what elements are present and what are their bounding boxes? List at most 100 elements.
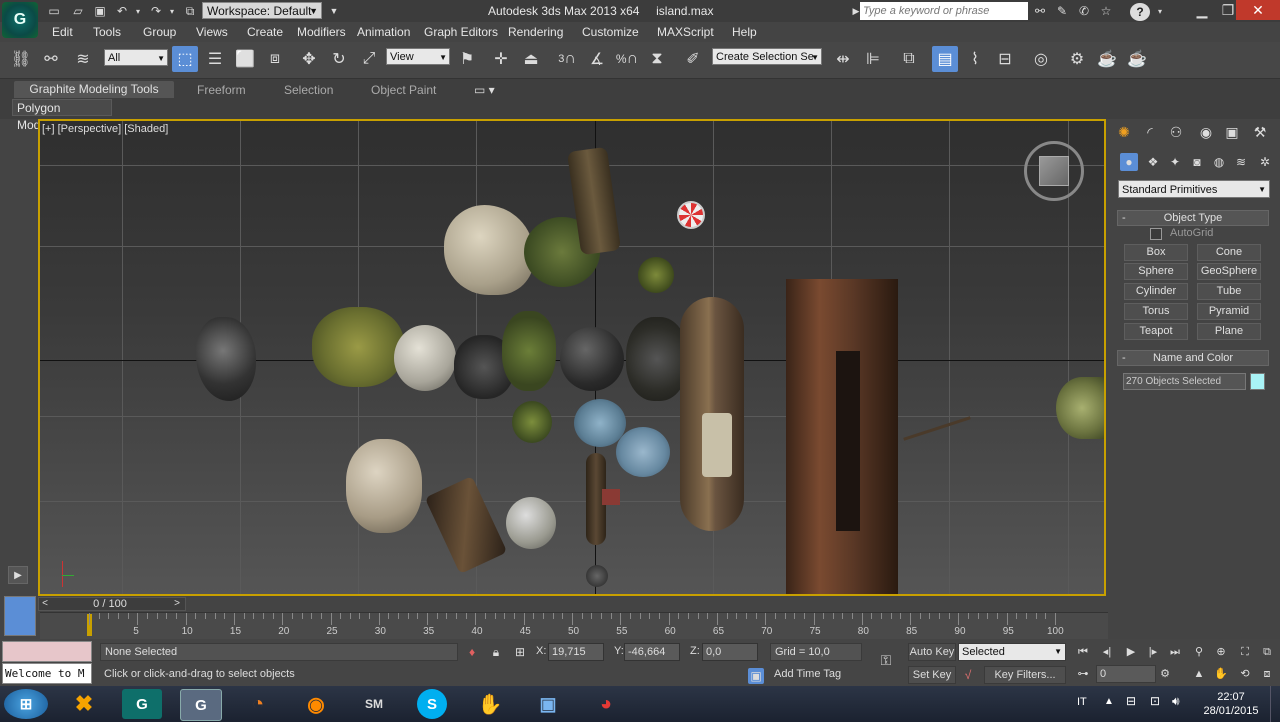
binoculars-icon[interactable]: ⚯ xyxy=(1032,3,1048,19)
reference-coordinate-dropdown[interactable]: View ▼ xyxy=(386,48,450,65)
xampp-icon[interactable]: ✖ xyxy=(64,689,104,719)
motion-tab-icon[interactable]: ◉ xyxy=(1196,122,1216,142)
viewcube[interactable] xyxy=(1039,156,1069,186)
broken-boat[interactable] xyxy=(424,475,508,575)
bush-right-edge[interactable] xyxy=(1056,377,1104,439)
photo-viewer-icon[interactable]: ▣ xyxy=(528,689,568,719)
snaps-toggle-icon[interactable]: 3 ∩ xyxy=(554,46,580,72)
help-dropdown-icon[interactable]: ▾ xyxy=(1152,3,1168,19)
dark-sphere-rock[interactable] xyxy=(560,327,624,391)
link-icon[interactable]: ⛓ xyxy=(8,46,34,72)
communication-icon[interactable]: ✆ xyxy=(1076,3,1092,19)
object-name-field[interactable]: 270 Objects Selected xyxy=(1123,373,1246,390)
key-icon[interactable]: ⚿ xyxy=(874,652,898,668)
z-coordinate-field[interactable]: 0,0 xyxy=(702,643,758,661)
utilities-tab-icon[interactable]: ⚒ xyxy=(1250,122,1270,142)
save-file-icon[interactable]: ▣ xyxy=(92,3,108,19)
prev-frame-icon[interactable]: < xyxy=(38,597,52,611)
goto-start-icon[interactable]: ⏮ xyxy=(1074,643,1092,661)
close-icon[interactable]: ✕ xyxy=(1236,0,1280,20)
search-input[interactable]: Type a keyword or phrase xyxy=(860,2,1028,20)
object-color-swatch[interactable] xyxy=(1250,373,1265,390)
menu-maxscript[interactable]: MAXScript xyxy=(657,25,714,39)
gimp-icon[interactable]: ✋ xyxy=(470,689,510,719)
window-crossing-icon[interactable]: ⧈ xyxy=(262,46,288,72)
show-hidden-icons-icon[interactable]: ▲ xyxy=(1104,696,1114,707)
menu-customize[interactable]: Customize xyxy=(582,25,639,39)
x-coordinate-field[interactable]: 19,715 xyxy=(548,643,604,661)
menu-edit[interactable]: Edit xyxy=(52,25,73,39)
start-orb-icon[interactable]: ⊞ xyxy=(4,689,48,719)
current-frame-field[interactable]: 0 xyxy=(1096,665,1156,683)
volume-icon[interactable]: 🔊︎ xyxy=(1172,694,1180,709)
quick-access-dropdown-icon[interactable]: ▼ xyxy=(326,3,342,19)
next-key-icon[interactable]: |▸ xyxy=(1144,643,1162,661)
modify-tab-icon[interactable]: ◜ xyxy=(1140,122,1160,142)
plant-low[interactable] xyxy=(512,401,552,443)
menu-views[interactable]: Views xyxy=(196,25,228,39)
pyramid-button[interactable]: Pyramid xyxy=(1197,303,1261,320)
field-of-view-icon[interactable]: ▲ xyxy=(1190,665,1208,683)
app-logo-button[interactable]: G xyxy=(2,2,38,38)
orbit-icon[interactable]: ⟲ xyxy=(1236,665,1254,683)
absolute-mode-icon[interactable]: ⊞ xyxy=(512,644,528,660)
key-mode-toggle-icon[interactable]: ⊶ xyxy=(1074,665,1092,683)
zoom-extents-all-icon[interactable]: ⧉ xyxy=(1258,643,1276,661)
graphite-toggle-icon[interactable]: ▤ xyxy=(932,46,958,72)
firefox-icon[interactable]: ◉ xyxy=(296,689,336,719)
autogrid-checkbox[interactable] xyxy=(1150,228,1162,240)
menu-animation[interactable]: Animation xyxy=(357,25,410,39)
goto-end-icon[interactable]: ⏭ xyxy=(1166,643,1184,661)
zoom-all-icon[interactable]: ⊕ xyxy=(1212,643,1230,661)
plane-button[interactable]: Plane xyxy=(1197,323,1261,340)
teapot-button[interactable]: Teapot xyxy=(1124,323,1188,340)
menu-group[interactable]: Group xyxy=(143,25,176,39)
bind-spacewarp-icon[interactable]: ≋ xyxy=(70,46,96,72)
plant-mid[interactable] xyxy=(502,311,556,391)
help-icon[interactable]: ? xyxy=(1130,3,1150,21)
show-desktop-button[interactable] xyxy=(1270,686,1280,722)
rotate-icon[interactable]: ↻ xyxy=(326,46,352,72)
mini-curve-editor-toggle[interactable] xyxy=(4,596,36,636)
move-icon[interactable]: ✥ xyxy=(296,46,322,72)
render-setup-icon[interactable]: ⚙ xyxy=(1064,46,1090,72)
prev-key-icon[interactable]: ◂| xyxy=(1098,643,1116,661)
menu-rendering[interactable]: Rendering xyxy=(508,25,563,39)
angle-snap-icon[interactable]: ∡ xyxy=(584,46,610,72)
sphere-button[interactable]: Sphere xyxy=(1124,263,1188,280)
auto-key-button[interactable]: Auto Key xyxy=(908,643,956,661)
sm-app-icon[interactable]: SM xyxy=(354,689,394,719)
geosphere-button[interactable]: GeoSphere xyxy=(1197,263,1261,280)
render-production-icon[interactable]: ☕ xyxy=(1124,46,1150,72)
keyboard-shortcut-icon[interactable]: ⏏ xyxy=(518,46,544,72)
key-filters-button[interactable]: Key Filters... xyxy=(984,666,1066,684)
key-mode-dropdown[interactable]: Selected ▼ xyxy=(958,643,1066,661)
lights-icon[interactable]: ✦ xyxy=(1166,153,1184,171)
menu-help[interactable]: Help xyxy=(732,25,757,39)
set-key-button[interactable]: Set Key xyxy=(908,666,956,684)
blue-bush-2[interactable] xyxy=(616,427,670,477)
play-icon[interactable]: ▶ xyxy=(1122,643,1140,661)
align-icon[interactable]: ⊫ xyxy=(860,46,886,72)
scale-icon[interactable]: ⤢ xyxy=(356,46,382,72)
maximize-viewport-icon[interactable]: ⧈ xyxy=(1258,665,1276,683)
rendered-frame-icon[interactable]: ☕ xyxy=(1094,46,1120,72)
cylinder-button[interactable]: Cylinder xyxy=(1124,283,1188,300)
chrome-icon[interactable]: ◕ xyxy=(586,689,626,719)
zoom-icon[interactable]: ⚲ xyxy=(1190,643,1208,661)
menu-tools[interactable]: Tools xyxy=(93,25,121,39)
edit-named-selection-icon[interactable]: ✐ xyxy=(680,46,706,72)
rock-cluster-top[interactable] xyxy=(444,205,534,295)
small-dark-rock[interactable] xyxy=(586,565,608,587)
mast-pole[interactable] xyxy=(903,416,971,441)
select-by-name-icon[interactable]: ☰ xyxy=(202,46,228,72)
viewport-label[interactable]: [+] [Perspective] [Shaded] xyxy=(42,123,168,135)
torus-button[interactable]: Torus xyxy=(1124,303,1188,320)
new-file-icon[interactable]: ▭ xyxy=(46,3,62,19)
redo-icon[interactable]: ↷ xyxy=(148,3,164,19)
zoom-extents-icon[interactable]: ⛶ xyxy=(1236,643,1254,661)
favorites-star-icon[interactable]: ☆ xyxy=(1098,3,1114,19)
cameras-icon[interactable]: ◙ xyxy=(1188,153,1206,171)
blender-icon[interactable]: ◔ xyxy=(238,689,278,719)
lifebuoy[interactable] xyxy=(677,201,705,229)
